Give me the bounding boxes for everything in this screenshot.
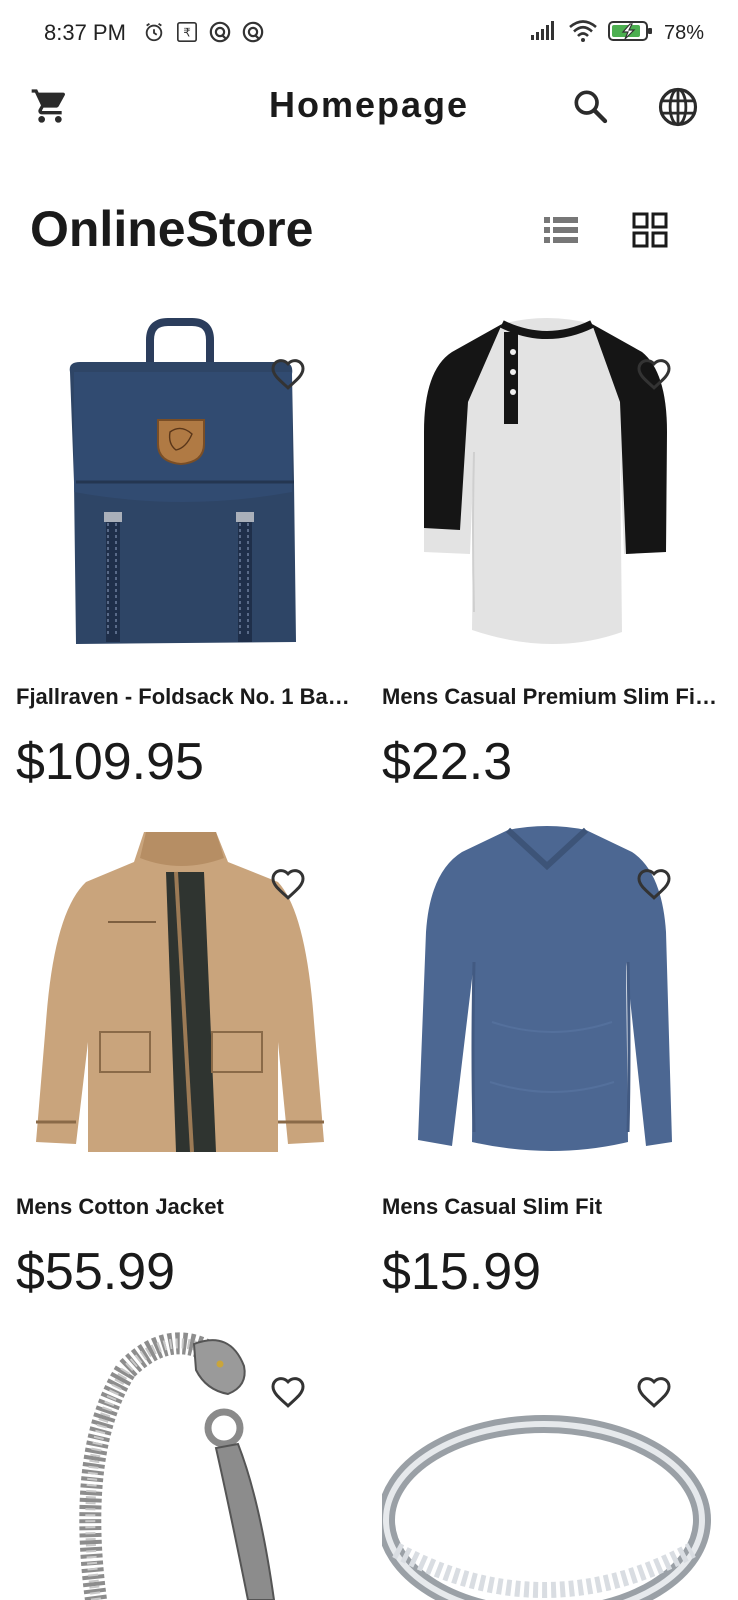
product-name: Mens Cotton Jacket xyxy=(16,1194,224,1219)
product-image-ring[interactable] xyxy=(377,1330,722,1600)
product-card[interactable] xyxy=(377,1330,722,1600)
product-card[interactable]: Mens Casual Slim Fit $15.99 xyxy=(382,822,722,1322)
list-view-icon xyxy=(544,217,578,243)
notification-icons: ₹ xyxy=(142,20,265,44)
wifi-icon xyxy=(568,19,598,48)
product-price: $109.95 xyxy=(16,733,204,791)
product-price: $55.99 xyxy=(16,1243,176,1301)
favorite-button[interactable] xyxy=(634,354,674,394)
grid-view-icon xyxy=(632,212,668,248)
product-name: Mens Casual Premium Slim Fit T-Shirts xyxy=(382,684,718,709)
favorite-button[interactable] xyxy=(268,864,308,904)
app-notification-icon xyxy=(241,20,265,44)
product-card[interactable]: Fjallraven - Foldsack No. 1 Backpack, Fi… xyxy=(16,312,356,812)
heart-outline-icon xyxy=(637,869,671,900)
grid-view-button[interactable] xyxy=(632,212,668,248)
product-card[interactable]: Mens Casual Premium Slim Fit T-Shirts $2… xyxy=(382,312,722,812)
favorite-button[interactable] xyxy=(268,354,308,394)
heart-outline-icon xyxy=(271,869,305,900)
search-button[interactable] xyxy=(570,86,610,126)
favorite-button[interactable] xyxy=(634,864,674,904)
globe-icon xyxy=(658,87,698,127)
heart-outline-icon xyxy=(637,359,671,390)
favorite-button[interactable] xyxy=(268,1372,308,1412)
product-name: Mens Casual Slim Fit xyxy=(382,1194,603,1219)
product-price: $22.3 xyxy=(382,733,513,791)
battery-charging-icon xyxy=(607,19,654,48)
status-bar: 8:37 PM ₹ 78% xyxy=(0,0,738,66)
heart-outline-icon xyxy=(271,1377,305,1408)
product-card[interactable]: Mens Cotton Jacket $55.99 xyxy=(16,822,356,1322)
product-name: Fjallraven - Foldsack No. 1 Backpack, Fi… xyxy=(16,684,352,709)
product-card[interactable] xyxy=(16,1330,356,1600)
rupee-notification-icon: ₹ xyxy=(175,20,199,44)
heart-outline-icon xyxy=(637,1377,671,1408)
list-view-button[interactable] xyxy=(542,214,580,246)
page-title: Homepage xyxy=(268,84,470,125)
top-app-bar: Homepage xyxy=(0,70,738,142)
svg-text:₹: ₹ xyxy=(183,26,191,40)
signal-icon xyxy=(530,20,558,47)
search-icon xyxy=(574,90,608,124)
battery-percentage: 78% xyxy=(663,22,704,44)
product-image-bracelet[interactable] xyxy=(16,1330,356,1600)
system-icons: 78% xyxy=(530,19,704,48)
favorite-button[interactable] xyxy=(634,1372,674,1412)
store-title: OnlineStore xyxy=(30,201,314,257)
language-button[interactable] xyxy=(657,86,699,128)
product-price: $15.99 xyxy=(382,1243,542,1301)
heart-outline-icon xyxy=(271,359,305,390)
alarm-icon xyxy=(142,20,166,44)
status-time: 8:37 PM xyxy=(44,20,126,45)
app-notification-icon xyxy=(208,20,232,44)
